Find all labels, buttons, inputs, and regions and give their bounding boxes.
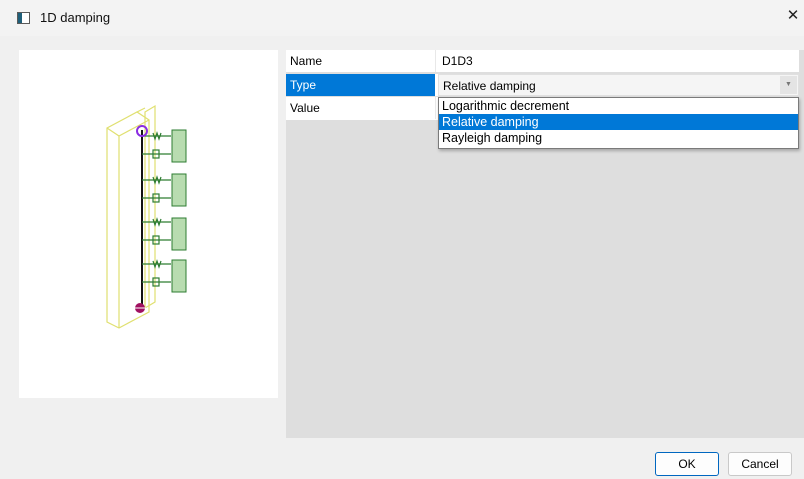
type-combobox-value: Relative damping xyxy=(443,79,536,93)
dialog-app-icon xyxy=(17,12,30,24)
title-bar: 1D damping ✕ xyxy=(0,0,804,36)
dropdown-option-relative-damping[interactable]: Relative damping xyxy=(439,114,798,130)
dialog-window: 1D damping ✕ Name D1D3 Type Relative dam… xyxy=(0,0,804,479)
damper-preview-drawing xyxy=(106,104,187,329)
damper-preview xyxy=(19,50,278,398)
dialog-title: 1D damping xyxy=(40,10,111,25)
ok-button[interactable]: OK xyxy=(655,452,719,476)
property-label-name: Name xyxy=(286,50,436,72)
close-button[interactable]: ✕ xyxy=(782,0,804,30)
type-combobox[interactable]: Relative damping ▼ xyxy=(438,74,799,96)
property-row-type: Type Relative damping ▼ xyxy=(286,74,799,96)
close-icon: ✕ xyxy=(786,7,800,24)
type-dropdown-list: Logarithmic decrement Relative damping R… xyxy=(438,97,799,149)
cancel-button[interactable]: Cancel xyxy=(728,452,792,476)
property-row-name: Name D1D3 xyxy=(286,50,799,72)
name-field[interactable]: D1D3 xyxy=(438,50,799,72)
property-label-value: Value xyxy=(286,97,436,119)
property-label-type[interactable]: Type xyxy=(286,74,436,96)
dropdown-option-rayleigh-damping[interactable]: Rayleigh damping xyxy=(439,130,798,146)
dropdown-option-logarithmic-decrement[interactable]: Logarithmic decrement xyxy=(439,98,798,114)
chevron-down-icon[interactable]: ▼ xyxy=(780,76,797,94)
